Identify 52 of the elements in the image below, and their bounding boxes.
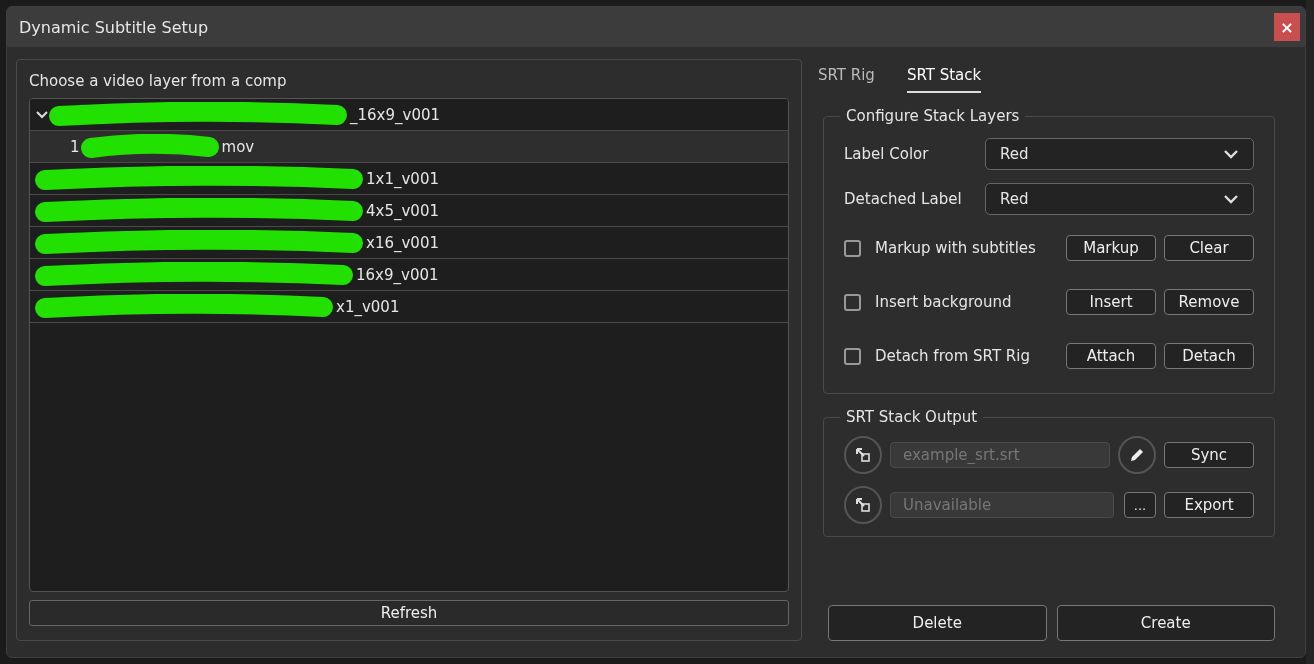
tree-row[interactable]: 1x1_v001 — [30, 163, 788, 195]
layer-name-fragment: x16_v001 — [366, 233, 439, 252]
window-title: Dynamic Subtitle Setup — [19, 17, 209, 37]
field-label: Label Color — [844, 144, 930, 163]
footer-button[interactable]: Delete — [828, 605, 1047, 641]
tree-row[interactable]: x16_v001 — [30, 227, 788, 259]
resize-button[interactable] — [844, 436, 882, 474]
layer-name-fragment: 1x1_v001 — [366, 169, 439, 188]
layer-name-fragment: 4x5_v001 — [366, 201, 439, 220]
resize-arrow-icon — [854, 496, 872, 514]
dropdown[interactable]: Red — [985, 182, 1254, 215]
chevron-down-icon — [1223, 148, 1239, 159]
action-button[interactable]: Markup — [1066, 235, 1156, 261]
tab[interactable]: SRT Stack — [906, 59, 982, 93]
dropdown[interactable]: Red — [985, 137, 1254, 170]
layer-name-fragment: _16x9_v001 — [350, 105, 440, 124]
checkbox[interactable] — [844, 293, 861, 311]
resize-arrow-icon — [854, 446, 872, 464]
action-button[interactable]: Clear — [1164, 235, 1254, 261]
action-button[interactable]: Remove — [1164, 289, 1254, 315]
footer-button[interactable]: Create — [1056, 605, 1275, 641]
layer-name-fragment: 16x9_v001 — [356, 265, 439, 284]
edit-button[interactable] — [1118, 436, 1156, 474]
refresh-button[interactable]: Refresh — [29, 600, 789, 626]
action-button[interactable]: Attach — [1066, 343, 1156, 369]
tree-row[interactable]: x1_v001 — [30, 291, 788, 323]
layer-name-fragment: x1_v001 — [336, 297, 400, 316]
tree-row[interactable]: 4x5_v001 — [30, 195, 788, 227]
checkbox-label: Insert background — [875, 293, 1013, 311]
chevron-down-icon — [1223, 193, 1239, 204]
tab[interactable]: SRT Rig — [818, 59, 875, 93]
group-title: SRT Stack Output — [845, 408, 979, 426]
field-label: Detached Label — [844, 189, 963, 208]
layer-name-fragment: 1 — [70, 137, 80, 156]
browse-button[interactable]: ... — [1124, 492, 1156, 518]
checkbox-label: Markup with subtitles — [875, 239, 1037, 257]
group-title: Configure Stack Layers — [845, 107, 1021, 125]
action-button[interactable]: Export — [1164, 492, 1254, 518]
tree-row[interactable]: 1 mov — [30, 131, 788, 163]
panel-title: Choose a video layer from a comp — [29, 72, 288, 90]
resize-button[interactable] — [844, 486, 882, 524]
tree-row[interactable]: _16x9_v001 — [30, 99, 788, 131]
expand-chevron-icon[interactable] — [36, 109, 48, 120]
checkbox[interactable] — [844, 239, 861, 257]
close-button[interactable]: × — [1274, 13, 1300, 41]
checkbox[interactable] — [844, 347, 861, 365]
checkbox-label: Detach from SRT Rig — [875, 347, 1031, 365]
action-button[interactable]: Insert — [1066, 289, 1156, 315]
tree-row[interactable]: 16x9_v001 — [30, 259, 788, 291]
layer-name-fragment: mov — [221, 137, 255, 156]
action-button[interactable]: Sync — [1164, 442, 1254, 468]
action-button[interactable]: Detach — [1164, 343, 1254, 369]
